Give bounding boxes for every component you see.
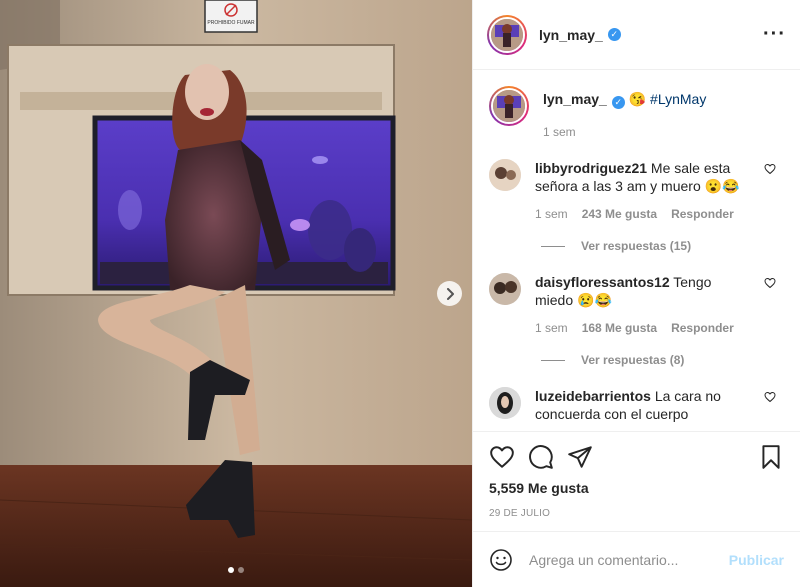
post-sidebar: lyn_may_ ✓ ··· lyn_may_ ✓ 😘 #LynMay 1 se… [472, 0, 800, 587]
post-actions: 5,559 Me gusta 29 DE JULIO [473, 431, 800, 531]
caption-avatar[interactable] [489, 86, 529, 126]
avatar-image [489, 159, 521, 191]
heart-icon[interactable] [764, 391, 776, 403]
comment-item: luzeidebarrientos La cara no concuerda c… [489, 387, 784, 423]
likes-count[interactable]: 5,559 Me gusta [489, 480, 784, 496]
verified-badge-icon: ✓ [611, 96, 625, 109]
comment-username[interactable]: libbyrodriguez21 [535, 160, 647, 176]
commenter-avatar[interactable] [489, 273, 521, 305]
post-header: lyn_may_ ✓ ··· [473, 0, 800, 70]
like-heart-icon[interactable] [489, 444, 515, 470]
author-avatar[interactable] [487, 14, 527, 55]
avatar-image [489, 387, 521, 419]
comment-username[interactable]: daisyfloressantos12 [535, 274, 670, 290]
emoji-icon[interactable] [489, 548, 513, 572]
comment-bubble-icon[interactable] [528, 444, 554, 470]
comment-username[interactable]: luzeidebarrientos [535, 388, 651, 404]
caption-text[interactable]: 😘 #LynMay [629, 91, 707, 107]
carousel-next-button[interactable] [437, 281, 462, 306]
avatar-image [489, 273, 521, 305]
commenter-avatar[interactable] [489, 387, 521, 419]
comment-likes[interactable]: 168 Me gusta [582, 319, 657, 337]
comment-item: libbyrodriguez21 Me sale esta señora a l… [489, 159, 784, 223]
caption: lyn_may_ ✓ 😘 #LynMay 1 sem [489, 86, 784, 139]
comment-time: 1 sem [535, 207, 568, 221]
heart-icon[interactable] [764, 163, 776, 175]
view-replies-button[interactable]: Ver respuestas (15) [541, 239, 784, 253]
reply-button[interactable]: Responder [671, 205, 734, 223]
bookmark-icon[interactable] [758, 444, 784, 470]
sign-text: PROHIBIDO FUMAR [207, 20, 255, 26]
replies-divider [541, 245, 565, 247]
photo-scene: PROHIBIDO FUMAR [0, 0, 472, 587]
avatar-image [491, 18, 523, 51]
publish-button[interactable]: Publicar [729, 552, 784, 568]
post-date: 29 DE JULIO [489, 508, 551, 519]
add-comment-bar: Publicar [473, 531, 800, 587]
carousel-dot [238, 567, 244, 573]
comment-item: daisyfloressantos12 Tengo miedo 😢😂 1 sem… [489, 273, 784, 337]
instagram-post: PROHIBIDO FUMAR lyn_may_ ✓ ··· lyn_may_ … [0, 0, 800, 587]
caption-time: 1 sem [543, 125, 576, 139]
post-photo[interactable]: PROHIBIDO FUMAR [0, 0, 472, 587]
chevron-right-icon [446, 287, 454, 300]
comment-likes[interactable]: 243 Me gusta [582, 205, 657, 223]
view-replies-label: Ver respuestas (15) [581, 239, 692, 253]
replies-divider [541, 359, 565, 361]
carousel-indicator [0, 567, 472, 573]
comment-time: 1 sem [535, 321, 568, 335]
share-paper-plane-icon[interactable] [567, 444, 593, 470]
heart-icon[interactable] [764, 277, 776, 289]
caption-username[interactable]: lyn_may_ [543, 91, 607, 107]
commenter-avatar[interactable] [489, 159, 521, 191]
carousel-dot-active [228, 567, 234, 573]
reply-button[interactable]: Responder [671, 319, 734, 337]
view-replies-label: Ver respuestas (8) [581, 353, 685, 367]
verified-badge-icon: ✓ [607, 28, 621, 41]
author-username[interactable]: lyn_may_ [539, 27, 603, 43]
view-replies-button[interactable]: Ver respuestas (8) [541, 353, 784, 367]
more-options-icon[interactable]: ··· [763, 23, 786, 46]
comment-input[interactable] [529, 551, 729, 568]
avatar-image [493, 90, 525, 122]
comments-section: lyn_may_ ✓ 😘 #LynMay 1 sem libbyrodrigue… [473, 70, 800, 431]
